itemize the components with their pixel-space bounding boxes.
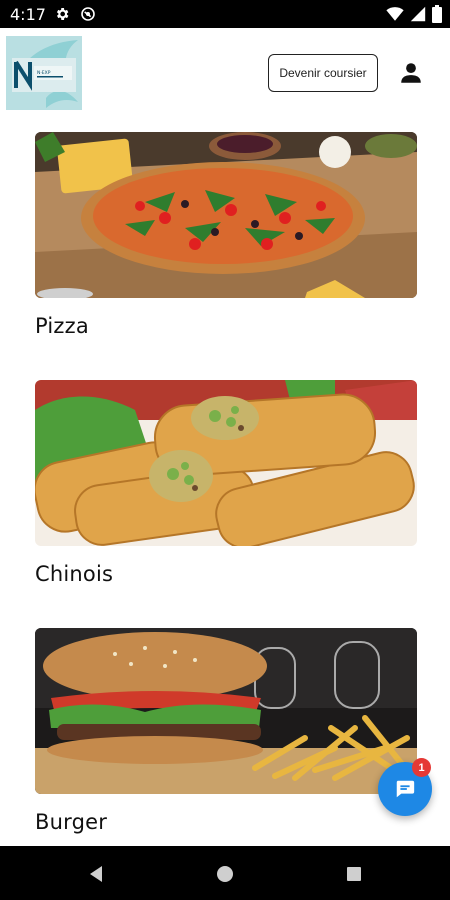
svg-text:N·EXP: N·EXP bbox=[37, 70, 51, 76]
system-nav-bar bbox=[0, 846, 450, 900]
category-card-pizza[interactable]: Pizza bbox=[35, 132, 417, 338]
signal-icon bbox=[410, 6, 426, 22]
person-icon[interactable] bbox=[398, 60, 424, 86]
back-icon[interactable] bbox=[84, 862, 108, 886]
battery-icon bbox=[432, 5, 442, 23]
gear-icon bbox=[56, 8, 69, 20]
brand-logo[interactable]: N·EXP bbox=[6, 36, 82, 110]
spring-rolls-photo bbox=[35, 380, 417, 546]
app-header: N·EXP Devenir coursier bbox=[0, 28, 450, 120]
become-courier-button[interactable]: Devenir coursier bbox=[268, 54, 378, 92]
chat-badge: 1 bbox=[412, 758, 431, 777]
burger-fries-photo bbox=[35, 628, 417, 794]
chat-bubble-icon bbox=[396, 780, 415, 798]
pizza-photo bbox=[35, 132, 417, 298]
category-card-chinois[interactable]: Chinois bbox=[35, 380, 417, 586]
category-list[interactable]: Pizza Chinois Burger bbox=[0, 120, 450, 846]
at-sign-icon bbox=[81, 7, 95, 21]
category-card-burger[interactable]: Burger bbox=[35, 628, 417, 834]
category-title: Pizza bbox=[35, 314, 89, 338]
wifi-icon bbox=[386, 7, 404, 21]
status-time: 4:17 bbox=[10, 5, 46, 24]
recents-icon[interactable] bbox=[342, 862, 366, 886]
home-icon[interactable] bbox=[213, 862, 237, 886]
category-title: Burger bbox=[35, 810, 108, 834]
category-title: Chinois bbox=[35, 562, 114, 586]
status-bar: 4:17 bbox=[0, 0, 450, 28]
